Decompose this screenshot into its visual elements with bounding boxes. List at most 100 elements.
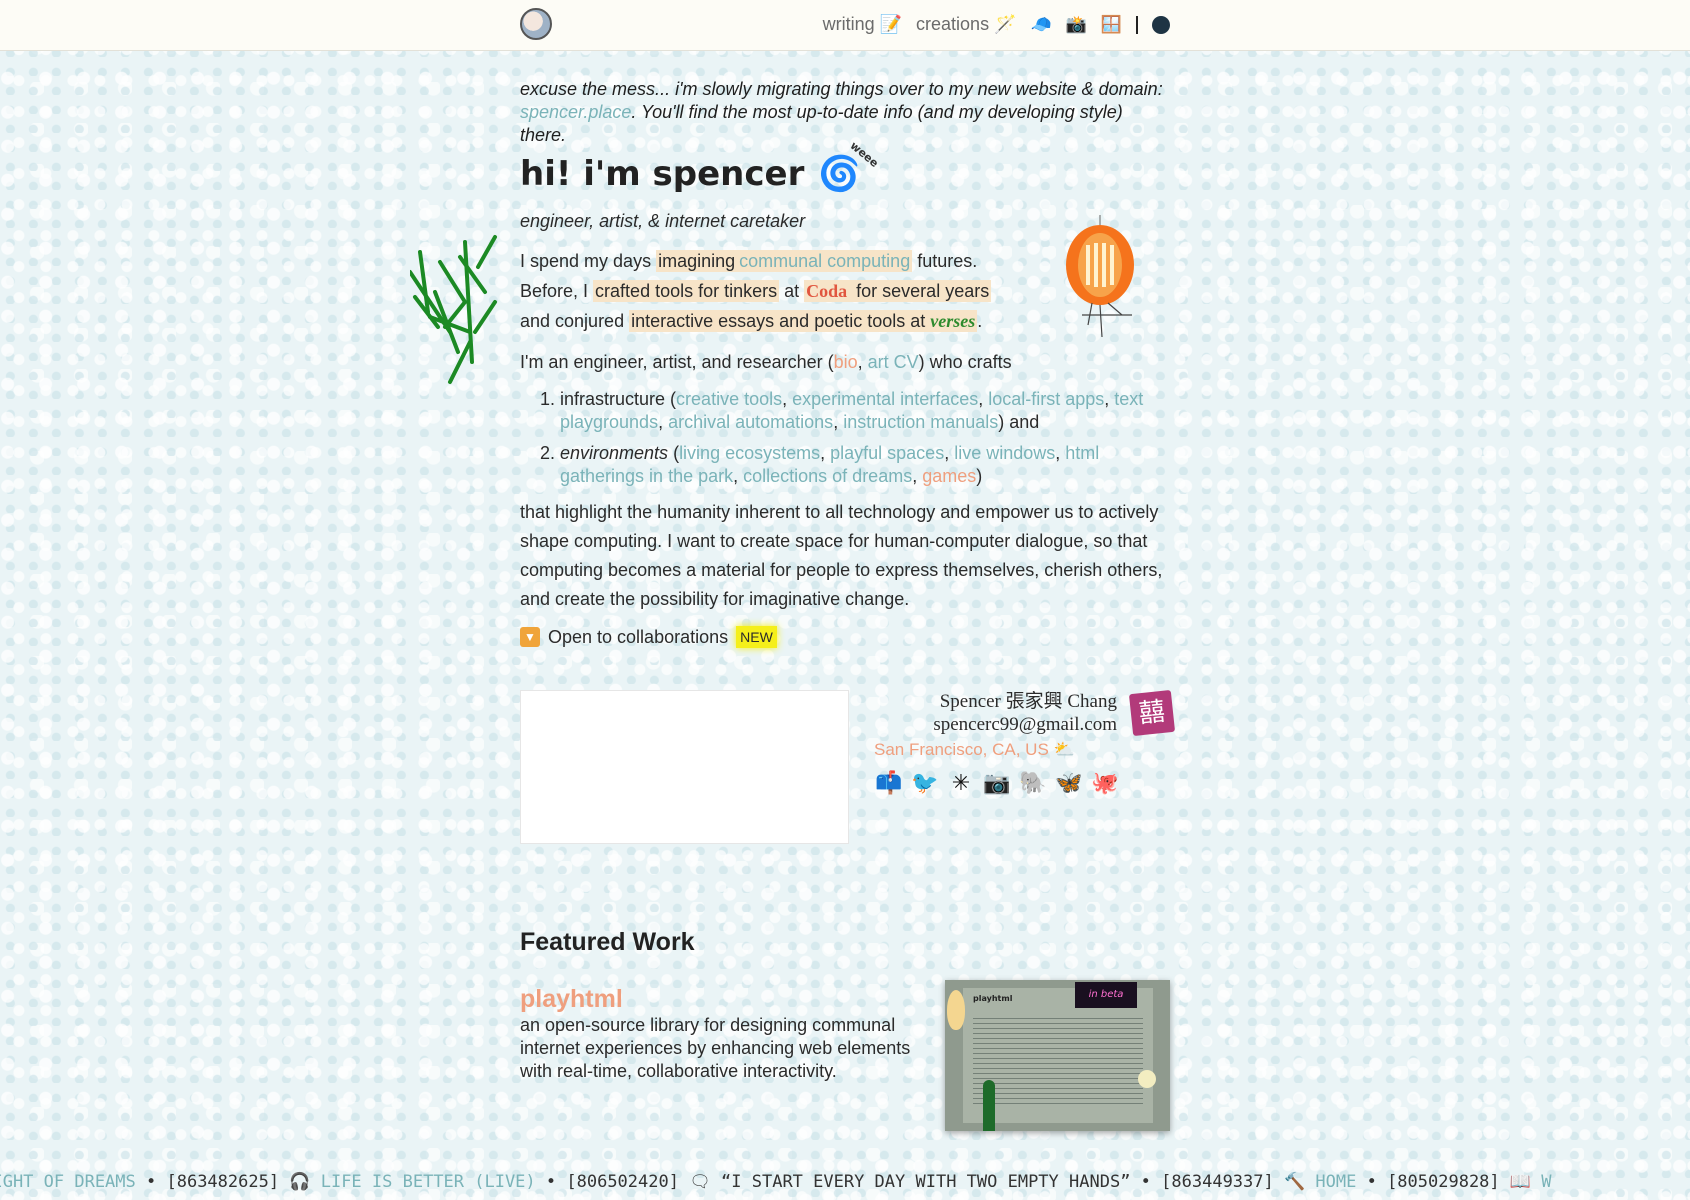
grass-doodle-icon <box>410 235 497 384</box>
ticker-title[interactable]: LIFE IS BETTER (LIVE) <box>321 1172 536 1192</box>
list-item: infrastructure (creative tools, experime… <box>560 388 1170 434</box>
about-text: ) who crafts <box>918 352 1012 372</box>
nav-writing[interactable]: writing 📝 <box>823 14 902 35</box>
intro-text: Before, I <box>520 281 594 301</box>
intro-text: and conjured <box>520 311 630 331</box>
contact-name: Spencer 張家興 Chang <box>939 691 1117 712</box>
project-description: an open-source library for designing com… <box>520 1015 911 1081</box>
intro-paragraph: I spend my days imagining communal comput… <box>520 246 1170 336</box>
project-title-link[interactable]: playhtml <box>520 985 623 1014</box>
collab-label: Open to collaborations <box>548 626 729 647</box>
window-icon[interactable]: 🪟 <box>1101 15 1122 35</box>
beta-badge: in beta <box>1075 982 1137 1008</box>
stamp-icon: 囍 <box>1128 689 1176 737</box>
mailbox-icon[interactable]: 📫 <box>874 768 904 798</box>
mastodon-icon[interactable]: 🐘 <box>1018 768 1048 798</box>
ticker-id: [805029828] <box>1387 1172 1500 1192</box>
archival-automations-link[interactable]: archival automations <box>668 412 833 432</box>
intro-text: at <box>779 281 805 301</box>
top-bar: writing 📝 creations 🪄 🧢 📸 🪟 <box>0 0 1690 51</box>
creative-tools-link[interactable]: creative tools <box>676 389 782 409</box>
github-icon[interactable]: 🐙 <box>1090 768 1120 798</box>
swirl-icon: 🌀 weee <box>818 139 881 194</box>
contact-embed-box[interactable] <box>520 690 849 844</box>
featured-heading: Featured Work <box>520 928 695 956</box>
social-links: 📫 🐦 ✳ 📷 🐘 🦋 🐙 <box>874 768 1120 798</box>
verses-link[interactable]: verses <box>930 311 975 331</box>
main-nav: writing 📝 creations 🪄 🧢 📸 🪟 <box>823 14 1170 35</box>
twitter-icon[interactable]: 🐦 <box>910 768 940 798</box>
highlight-several: for several years <box>849 280 992 302</box>
live-windows-link[interactable]: live windows <box>954 443 1055 463</box>
bluesky-icon[interactable]: 🦋 <box>1054 768 1084 798</box>
speech-bubble-icon: 🗨 <box>678 1172 722 1192</box>
orb-icon <box>1138 1070 1156 1088</box>
project-thumbnail[interactable]: playhtml in beta <box>945 980 1170 1131</box>
nav-creations[interactable]: creations 🪄 <box>916 14 1016 35</box>
thumbnail-title: playhtml <box>973 994 1013 1003</box>
list-item: environments (living ecosystems, playful… <box>560 442 1170 488</box>
headphones-icon: 🎧 <box>279 1172 321 1192</box>
page-title: hi! i'm spencer 🌀 weee <box>520 139 1170 199</box>
swirl-glyph: 🌀 <box>818 154 861 194</box>
ticker-sep: • <box>135 1172 167 1192</box>
bio-link[interactable]: bio <box>834 352 858 372</box>
ticker-sep: • <box>1130 1172 1162 1192</box>
collections-of-dreams-link[interactable]: collections of dreams <box>743 466 912 486</box>
coda-link[interactable]: Coda <box>806 281 847 301</box>
tagline: engineer, artist, & internet caretaker <box>520 211 806 231</box>
ticker-bar: WEIGHT OF DREAMS • [863482625] 🎧 LIFE IS… <box>0 1169 1690 1195</box>
communal-computing-link[interactable]: communal computing <box>739 251 910 271</box>
hammer-icon: 🔨 <box>1273 1172 1316 1192</box>
playful-spaces-link[interactable]: playful spaces <box>830 443 944 463</box>
triangle-down-icon: ▼ <box>520 627 540 647</box>
thumbnail-text-lines <box>973 1014 1143 1104</box>
living-ecosystems-link[interactable]: living ecosystems <box>679 443 820 463</box>
instagram-icon[interactable]: 📷 <box>982 768 1012 798</box>
contact-card: Spencer 張家興 Chang spencerc99@gmail.com S… <box>860 689 1176 795</box>
highlight-essays: interactive essays and poetic tools at <box>631 311 926 331</box>
arena-icon[interactable]: ✳ <box>946 768 976 798</box>
mission-paragraph: that highlight the humanity inherent to … <box>520 502 1163 609</box>
env-end: ) <box>976 466 983 486</box>
collab-status[interactable]: ▼ Open to collaborations NEW <box>520 626 1170 648</box>
intro-text: I spend my days <box>520 251 657 271</box>
ticker-title[interactable]: HOME <box>1315 1172 1356 1192</box>
ticker-title[interactable]: W <box>1541 1172 1551 1192</box>
lamp-icon <box>947 990 965 1030</box>
theme-toggle-icon[interactable] <box>1152 15 1170 34</box>
about-paragraph: I'm an engineer, artist, and researcher … <box>520 350 1170 374</box>
cap-icon[interactable]: 🧢 <box>1030 15 1051 35</box>
intro-text: futures. <box>912 251 978 271</box>
crafts-list: infrastructure (creative tools, experime… <box>520 388 1170 488</box>
ticker-id: [806502420] <box>566 1172 679 1192</box>
intro-text: . <box>977 311 983 331</box>
ticker-sep: • <box>1356 1172 1388 1192</box>
highlight-imagining: imagining <box>656 250 738 272</box>
local-first-apps-link[interactable]: local-first apps <box>988 389 1104 409</box>
migration-notice: excuse the mess... i'm slowly migrating … <box>520 78 1170 147</box>
nav-divider <box>1136 15 1138 34</box>
title-text: hi! i'm spencer <box>520 154 805 194</box>
new-badge: NEW <box>736 626 777 648</box>
instruction-manuals-link[interactable]: instruction manuals <box>843 412 998 432</box>
about-text: I'm an engineer, artist, and researcher … <box>520 352 834 372</box>
ticker-title[interactable]: WEIGHT OF DREAMS <box>0 1172 136 1192</box>
notice-text: excuse the mess... i'm slowly migrating … <box>520 79 1163 99</box>
camera-icon[interactable]: 📸 <box>1066 15 1087 35</box>
art-cv-link[interactable]: art CV <box>868 352 919 372</box>
games-link[interactable]: games <box>922 466 976 486</box>
ticker-quote: “I START EVERY DAY WITH TWO EMPTY HANDS” <box>721 1172 1131 1192</box>
contact-location[interactable]: San Francisco, CA, US ⛅ <box>874 738 1075 761</box>
experimental-interfaces-link[interactable]: experimental interfaces <box>792 389 978 409</box>
infra-label: infrastructure ( <box>560 389 677 409</box>
avatar[interactable] <box>520 8 552 40</box>
infra-end: ) and <box>998 412 1040 432</box>
main-content: excuse the mess... i'm slowly migrating … <box>520 78 1170 648</box>
book-icon: 📖 <box>1499 1172 1542 1192</box>
tree-icon <box>983 1080 995 1131</box>
ticker-sep: • <box>535 1172 567 1192</box>
contact-email[interactable]: spencerc99@gmail.com <box>860 713 1173 736</box>
env-label: environments <box>560 443 669 463</box>
new-site-link[interactable]: spencer.place <box>520 102 631 122</box>
